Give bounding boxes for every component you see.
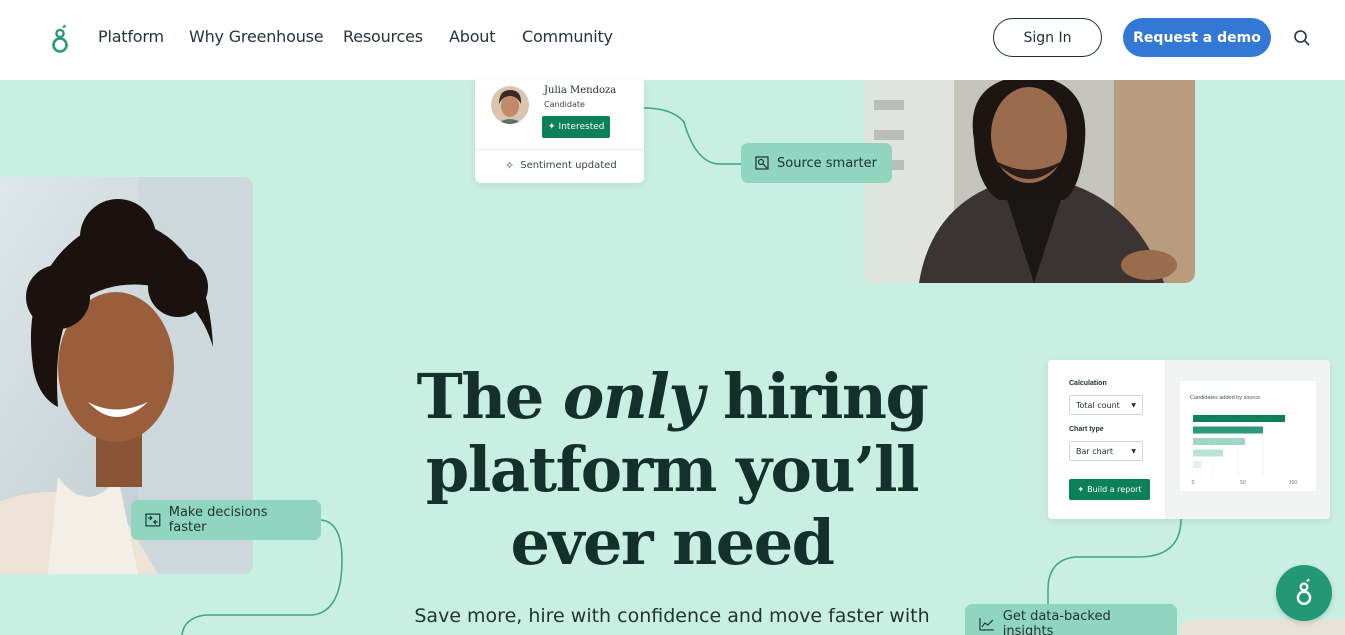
data-insights-pill: Get data-backed insights xyxy=(965,604,1177,635)
chart-bar xyxy=(1193,415,1285,422)
hero-title-start: The xyxy=(416,360,563,433)
chart-tick-label: 0 xyxy=(1192,480,1195,486)
chart-bar xyxy=(1193,438,1245,445)
build-report-button[interactable]: ✦ Build a report xyxy=(1069,479,1150,500)
hero-subtitle: Save more, hire with confidence and move… xyxy=(414,605,930,627)
sparkle-icon: ✦ xyxy=(1077,485,1085,494)
nav-link-about[interactable]: About xyxy=(449,27,496,46)
report-preview: Candidates added by source 0 50 100 xyxy=(1165,360,1330,519)
candidate-name: Julia Mendoza xyxy=(544,85,617,96)
chart-bar xyxy=(1193,461,1201,468)
make-decisions-pill: Make decisions faster xyxy=(131,500,321,540)
candidate-avatar xyxy=(491,86,529,124)
compare-icon xyxy=(145,513,161,527)
pill-label: Make decisions faster xyxy=(168,505,268,535)
nav-link-community[interactable]: Community xyxy=(522,27,613,46)
nav-link-resources[interactable]: Resources xyxy=(343,27,423,46)
sentiment-label: Sentiment updated xyxy=(520,160,617,171)
nav-link-why-greenhouse[interactable]: Why Greenhouse xyxy=(189,27,324,46)
card-divider xyxy=(475,149,644,150)
chevron-down-icon: ▼ xyxy=(1131,447,1136,455)
build-report-label: Build a report xyxy=(1087,485,1142,494)
calculation-value: Total count xyxy=(1076,400,1120,410)
mini-chart-svg: 0 50 100 xyxy=(1192,415,1298,486)
chart-bar xyxy=(1193,449,1223,457)
profile-search-icon xyxy=(755,156,769,170)
top-navigation: Platform Why Greenhouse Resources About … xyxy=(0,0,1345,80)
source-smarter-pill: Source smarter xyxy=(741,143,892,183)
badge-label: Interested xyxy=(558,122,605,132)
chart-type-select[interactable]: Bar chart ▼ xyxy=(1069,441,1143,461)
sentiment-status: ✧ Sentiment updated xyxy=(505,159,617,172)
chevron-down-icon: ▼ xyxy=(1131,401,1136,409)
request-demo-button[interactable]: Request a demo xyxy=(1123,18,1271,57)
chart-type-value: Bar chart xyxy=(1076,446,1114,456)
report-controls: Calculation Total count ▼ Chart type Bar… xyxy=(1048,360,1165,519)
interested-badge: ✦ Interested xyxy=(542,116,611,138)
calculation-label: Calculation xyxy=(1069,380,1107,387)
chat-widget-button[interactable] xyxy=(1276,565,1332,621)
chart-type-label: Chart type xyxy=(1069,426,1104,433)
calculation-select[interactable]: Total count ▼ xyxy=(1069,395,1143,415)
pill-label: Get data-backed insights xyxy=(1002,609,1111,635)
greenhouse-logo-icon[interactable] xyxy=(50,24,70,56)
report-builder-card: Calculation Total count ▼ Chart type Bar… xyxy=(1048,360,1330,519)
chart-tick-label: 50 xyxy=(1240,480,1246,486)
pill-label: Source smarter xyxy=(777,155,877,171)
man-portrait-photo xyxy=(864,80,1195,283)
greenhouse-logo-icon xyxy=(1296,578,1312,605)
mini-bar-chart: Candidates added by source 0 50 100 xyxy=(1180,381,1316,491)
hero-title-emphasis: only xyxy=(562,360,705,433)
candidate-role: Candidate xyxy=(544,100,585,109)
chart-bar xyxy=(1193,426,1263,434)
sparkle-icon: ✧ xyxy=(505,159,515,172)
sign-in-button[interactable]: Sign In xyxy=(993,18,1102,57)
sparkle-icon: ✦ xyxy=(548,122,556,132)
search-icon[interactable] xyxy=(1293,29,1311,47)
candidate-card: Julia Mendoza Candidate ✦ Interested ✧ S… xyxy=(475,80,644,183)
trend-chart-icon xyxy=(979,618,994,631)
chart-tick-label: 100 xyxy=(1289,480,1298,486)
hero-title: The only hiring platform you’ll ever nee… xyxy=(372,360,972,579)
nav-link-platform[interactable]: Platform xyxy=(98,27,164,46)
bottom-photo-crop xyxy=(1180,620,1345,635)
